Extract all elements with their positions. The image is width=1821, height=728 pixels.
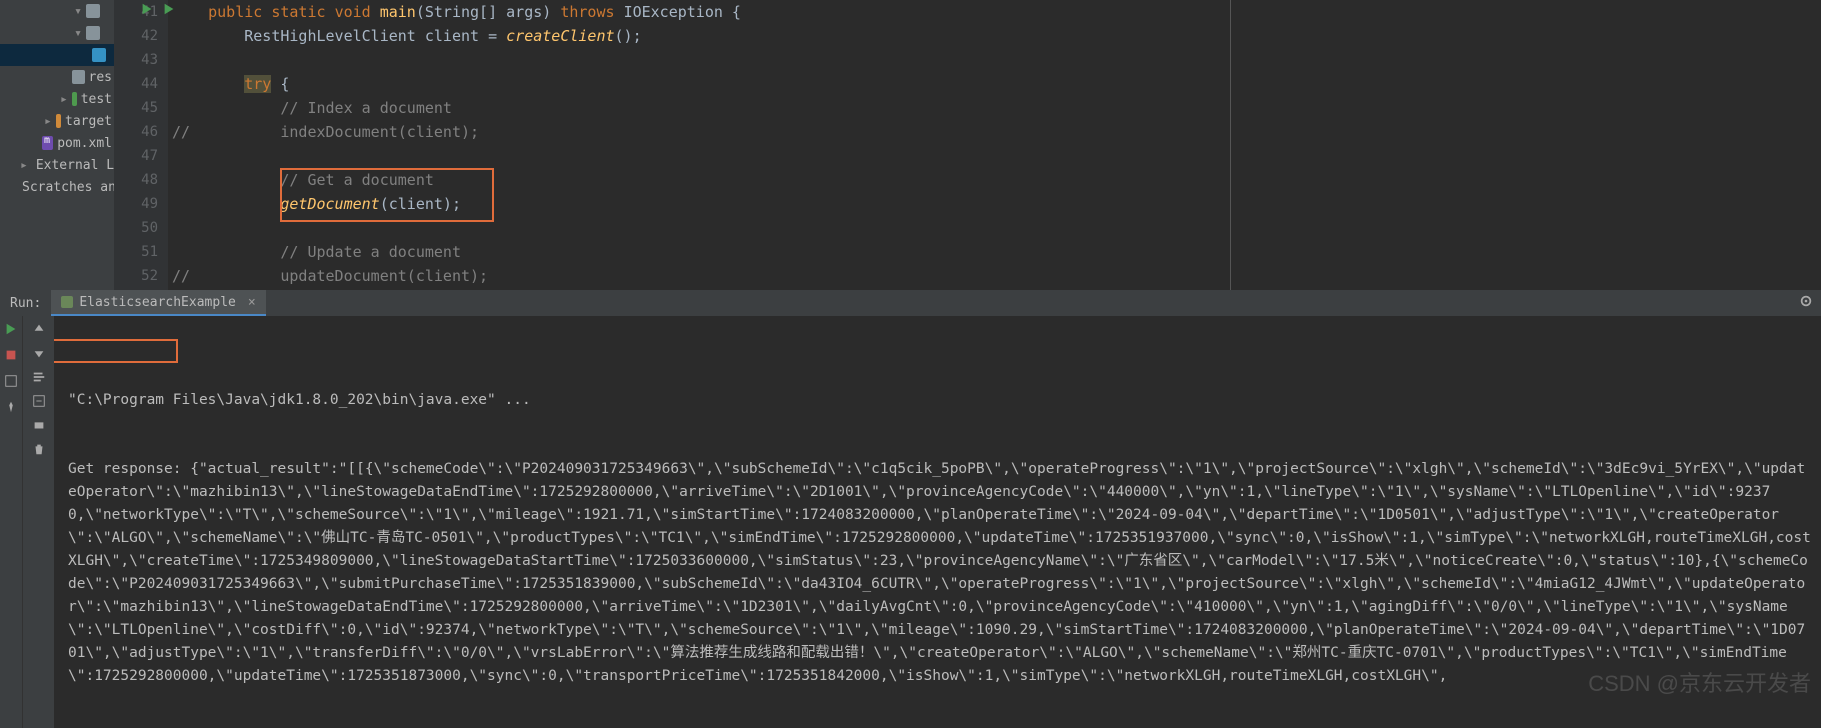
tree-item[interactable]: pom.xml [0,132,114,154]
line-number: 42 [114,24,158,48]
trash-icon[interactable] [32,442,46,456]
tree-item[interactable]: ▾ [0,22,114,44]
tree-item-label: External Libr [36,158,114,173]
folder-green-icon [72,92,77,106]
run-label: Run: [0,296,51,311]
line-number: 51 [114,240,158,264]
settings-icon[interactable] [1799,294,1813,312]
folder-icon-icon [86,4,100,18]
scroll-end-icon[interactable] [32,394,46,408]
run-toolwindow-bar: Run: ElasticsearchExample × [0,290,1821,316]
line-number: 52 [114,264,158,288]
folder-icon-icon [86,26,100,40]
code-editor[interactable]: public static void main(String[] args) t… [168,0,1821,290]
line-number: 47 [114,144,158,168]
console-line: "C:\Program Files\Java\jdk1.8.0_202\bin\… [68,389,1813,412]
tree-item[interactable]: ▸ External Libr [0,154,114,176]
print-icon[interactable] [32,418,46,432]
folder-blue-icon [92,48,106,62]
editor-gutter: 414243444546474849505152 [114,0,168,290]
file-m-icon [42,136,53,150]
console-line: Get response: {"actual_result":"[[{\"sch… [68,458,1813,688]
tree-item-label: Scratches an [22,180,114,195]
line-number: 48 [114,168,158,192]
pin-icon[interactable] [4,400,18,414]
down-arrow-icon[interactable] [32,346,46,360]
run-tab-icon [61,296,73,308]
line-number: 43 [114,48,158,72]
folder-orange-icon [56,114,61,128]
rerun-icon[interactable] [4,322,18,336]
close-icon[interactable]: × [248,295,256,310]
folder-icon-icon [72,70,85,84]
tree-item-label: pom.xml [57,136,112,151]
line-number: 49 [114,192,158,216]
line-number: 45 [114,96,158,120]
tree-item[interactable]: ▸ target [0,110,114,132]
stop-icon[interactable] [4,348,18,362]
line-number: 50 [114,216,158,240]
tree-item-label: target [65,114,112,129]
chevron-right-icon[interactable]: ▸ [60,95,68,103]
highlight-box-output [54,339,178,363]
up-arrow-icon[interactable] [32,322,46,336]
run-gutter-play-icon[interactable] [162,2,176,16]
tree-item[interactable] [0,44,114,66]
run-gutter-icon[interactable] [140,2,154,16]
project-tree[interactable]: ▾ ▾ res ▸ test ▸ target pom.xml ▸ External Libr Sc… [0,0,114,290]
chevron-down-icon[interactable]: ▾ [74,7,82,15]
run-tab[interactable]: ElasticsearchExample × [51,290,265,316]
gutter-run-icons[interactable] [140,2,176,16]
soft-wrap-icon[interactable] [32,370,46,384]
chevron-right-icon[interactable]: ▸ [44,117,52,125]
tree-item[interactable]: ▸ test [0,88,114,110]
editor-right-edge [1230,0,1231,290]
chevron-right-icon[interactable]: ▸ [20,161,28,169]
console-output[interactable]: "C:\Program Files\Java\jdk1.8.0_202\bin\… [54,316,1821,728]
line-number: 44 [114,72,158,96]
run-console-toolbar [22,316,54,728]
tree-item-label: res [89,70,112,85]
tree-item[interactable]: ▾ [0,0,114,22]
run-side-toolbar [0,316,22,728]
line-number: 46 [114,120,158,144]
tree-item[interactable]: Scratches an [0,176,114,198]
run-tab-label: ElasticsearchExample [79,295,236,310]
chevron-down-icon[interactable]: ▾ [74,29,82,37]
tree-item-label: test [81,92,112,107]
tree-item[interactable]: res [0,66,114,88]
layout-icon[interactable] [4,374,18,388]
